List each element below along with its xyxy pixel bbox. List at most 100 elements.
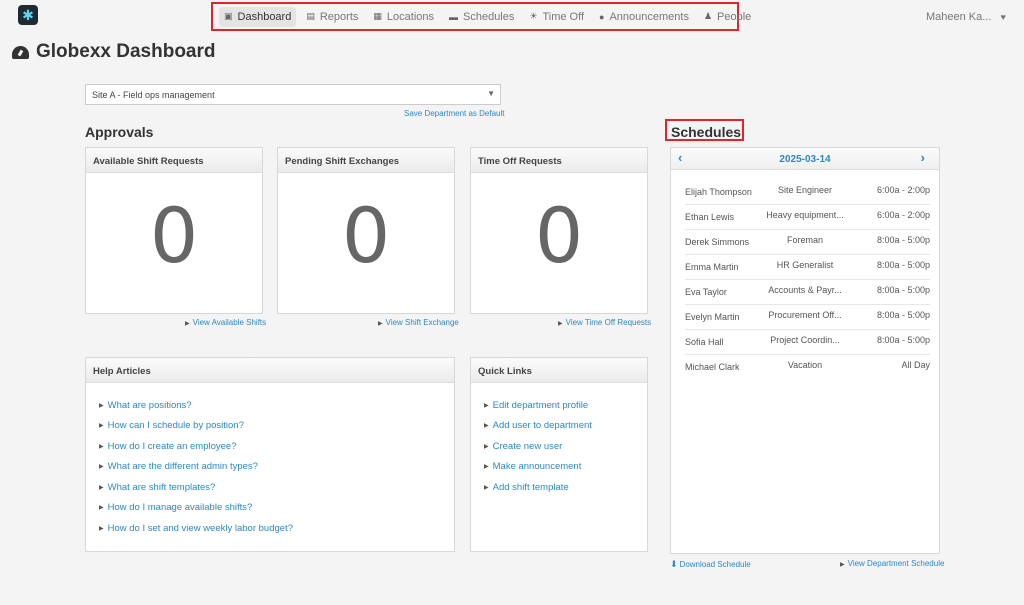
nav-announcements[interactable]: ● Announcements <box>594 7 694 27</box>
employee-name: Derek Simmons <box>685 237 750 247</box>
caret-right-icon: ▶ <box>484 484 489 491</box>
link-label: Download Schedule <box>679 560 751 569</box>
employee-position: Heavy equipment... <box>766 210 844 220</box>
card-title: Pending Shift Exchanges <box>278 148 454 173</box>
caret-right-icon: ▶ <box>99 443 104 450</box>
app-logo-icon[interactable]: ✱ <box>18 5 38 25</box>
card-count: 0 <box>149 191 199 280</box>
help-article-link[interactable]: ▶ How can I schedule by position? <box>99 416 441 437</box>
shift-time: 8:00a - 5:00p <box>876 335 930 345</box>
employee-name: Ethan Lewis <box>685 212 735 222</box>
shift-time: 8:00a - 5:00p <box>876 235 930 245</box>
help-article-link[interactable]: ▶ How do I manage available shifts? <box>99 498 441 519</box>
view-department-schedule-link[interactable]: ▶ View Department Schedule <box>840 559 944 568</box>
help-articles-title: Help Articles <box>86 358 454 383</box>
help-article-link[interactable]: ▶ What are shift templates? <box>99 477 441 498</box>
comment-icon: ● <box>599 11 605 22</box>
schedules-heading: Schedules <box>665 119 744 141</box>
shift-time: 8:00a - 5:00p <box>876 260 930 270</box>
caret-right-icon: ▶ <box>484 402 489 409</box>
schedule-row: Eva Taylor Accounts & Payr... 8:00a - 5:00… <box>685 280 930 305</box>
caret-right-icon: ▶ <box>99 402 104 409</box>
approval-card-time-off: Time Off Requests 0 <box>470 147 648 314</box>
card-count: 0 <box>534 191 584 280</box>
help-article-link[interactable]: ▶ How do I create an employee? <box>99 436 441 457</box>
help-article-link[interactable]: ▶ How do I set and view weekly labor budg… <box>99 518 441 539</box>
view-shift-exchange-link[interactable]: ▶ View Shift Exchange <box>378 318 459 327</box>
nav-label: Time Off <box>542 10 585 23</box>
nav-time-off[interactable]: ☀ Time Off <box>524 7 589 27</box>
schedule-row: Emma Martin HR Generalist 8:00a - 5:00p <box>685 255 930 280</box>
nav-label: Locations <box>386 10 434 23</box>
dashboard-gauge-icon <box>12 45 29 59</box>
quick-link[interactable]: ▶ Edit department profile <box>484 395 634 416</box>
caret-right-icon: ▶ <box>185 321 190 327</box>
link-label: How do I create an employee? <box>107 440 237 452</box>
approval-card-available-shifts: Available Shift Requests 0 <box>85 147 263 314</box>
help-articles-panel: Help Articles ▶ What are positions? ▶ How … <box>85 357 455 552</box>
link-label: How can I schedule by position? <box>107 420 244 432</box>
shift-time: 8:00a - 5:00p <box>876 310 930 320</box>
help-article-link[interactable]: ▶ What are the different admin types? <box>99 457 441 478</box>
building-icon: ▦ <box>373 11 382 21</box>
link-label: Add shift template <box>492 481 569 493</box>
nav-schedules[interactable]: ▬ Schedules <box>444 7 519 27</box>
download-schedule-link[interactable]: ⬇ Download Schedule <box>670 559 751 570</box>
caret-right-icon: ▶ <box>484 443 489 450</box>
nav-reports[interactable]: ▤ Reports <box>301 7 363 27</box>
nav-people[interactable]: ♟ People <box>699 7 756 27</box>
employee-name: Eva Taylor <box>685 287 727 297</box>
shift-time: 8:00a - 5:00p <box>876 285 930 295</box>
quick-links-list: ▶ Edit department profile ▶ Add user to de… <box>471 383 647 498</box>
caret-right-icon: ▶ <box>484 423 489 430</box>
nav-label: Reports <box>319 10 359 23</box>
users-icon: ♟ <box>703 11 713 21</box>
shift-time: 6:00a - 2:00p <box>876 210 930 220</box>
employee-position: Procurement Off... <box>768 310 842 320</box>
help-article-link[interactable]: ▶ What are positions? <box>99 395 441 416</box>
employee-position: Vacation <box>787 360 823 370</box>
employee-name: Michael Clark <box>685 362 740 372</box>
shift-time: All Day <box>901 360 930 370</box>
link-label: Edit department profile <box>492 399 589 411</box>
employee-position: Foreman <box>786 235 823 245</box>
schedules-panel: ‹ 2025-03-14 › Elijah Thompson Site Engin… <box>670 147 940 554</box>
sun-icon: ☀ <box>529 11 538 21</box>
main-nav: ▣ Dashboard ▤ Reports ▦ Locations ▬ Schedule… <box>211 2 751 31</box>
view-available-shifts-link[interactable]: ▶ View Available Shifts <box>185 318 266 327</box>
caret-right-icon: ▶ <box>99 464 104 471</box>
department-selected-value: Site A - Field ops management <box>92 90 215 100</box>
link-label: Add user to department <box>492 420 592 432</box>
view-time-off-requests-link[interactable]: ▶ View Time Off Requests <box>558 318 651 327</box>
chevron-right-icon[interactable]: › <box>921 150 925 165</box>
employee-position: Accounts & Payr... <box>768 285 842 295</box>
download-icon: ⬇ <box>670 559 678 569</box>
caret-right-icon: ▶ <box>484 464 489 471</box>
nav-label: People <box>717 10 752 23</box>
link-label: Create new user <box>492 440 563 452</box>
caret-right-icon: ▶ <box>378 321 383 327</box>
top-bar: ✱ ▣ Dashboard ▤ Reports ▦ Locations ▬ Schedu… <box>0 0 1024 34</box>
user-menu[interactable]: Maheen Ka... ♥ <box>926 11 1006 23</box>
schedule-row: Derek Simmons Foreman 8:00a - 5:00p <box>685 230 930 255</box>
link-label: How do I set and view weekly labor budge… <box>107 522 293 534</box>
quick-link[interactable]: ▶ Add user to department <box>484 416 634 437</box>
schedule-row: Elijah Thompson Site Engineer 6:00a - 2:00… <box>685 180 930 205</box>
schedule-list: Elijah Thompson Site Engineer 6:00a - 2:00… <box>671 170 939 379</box>
nav-locations[interactable]: ▦ Locations <box>368 7 439 27</box>
heart-icon[interactable]: ♥ <box>1000 12 1005 22</box>
quick-link[interactable]: ▶ Create new user <box>484 436 634 457</box>
save-department-default-link[interactable]: Save Department as Default <box>404 109 505 118</box>
schedule-row: Michael Clark Vacation All Day <box>685 355 930 379</box>
caret-right-icon: ▶ <box>840 562 845 568</box>
employee-name: Sofia Hall <box>685 337 724 347</box>
quick-link[interactable]: ▶ Make announcement <box>484 457 634 478</box>
calendar-icon: ▬ <box>449 11 458 22</box>
caret-right-icon: ▶ <box>99 525 104 532</box>
link-label: View Shift Exchange <box>385 318 459 327</box>
nav-dashboard[interactable]: ▣ Dashboard <box>219 6 297 27</box>
department-select[interactable]: Site A - Field ops management ▼ <box>85 84 501 105</box>
quick-link[interactable]: ▶ Add shift template <box>484 477 634 498</box>
help-articles-list: ▶ What are positions? ▶ How can I schedule… <box>86 383 454 539</box>
nav-label: Schedules <box>463 10 515 23</box>
